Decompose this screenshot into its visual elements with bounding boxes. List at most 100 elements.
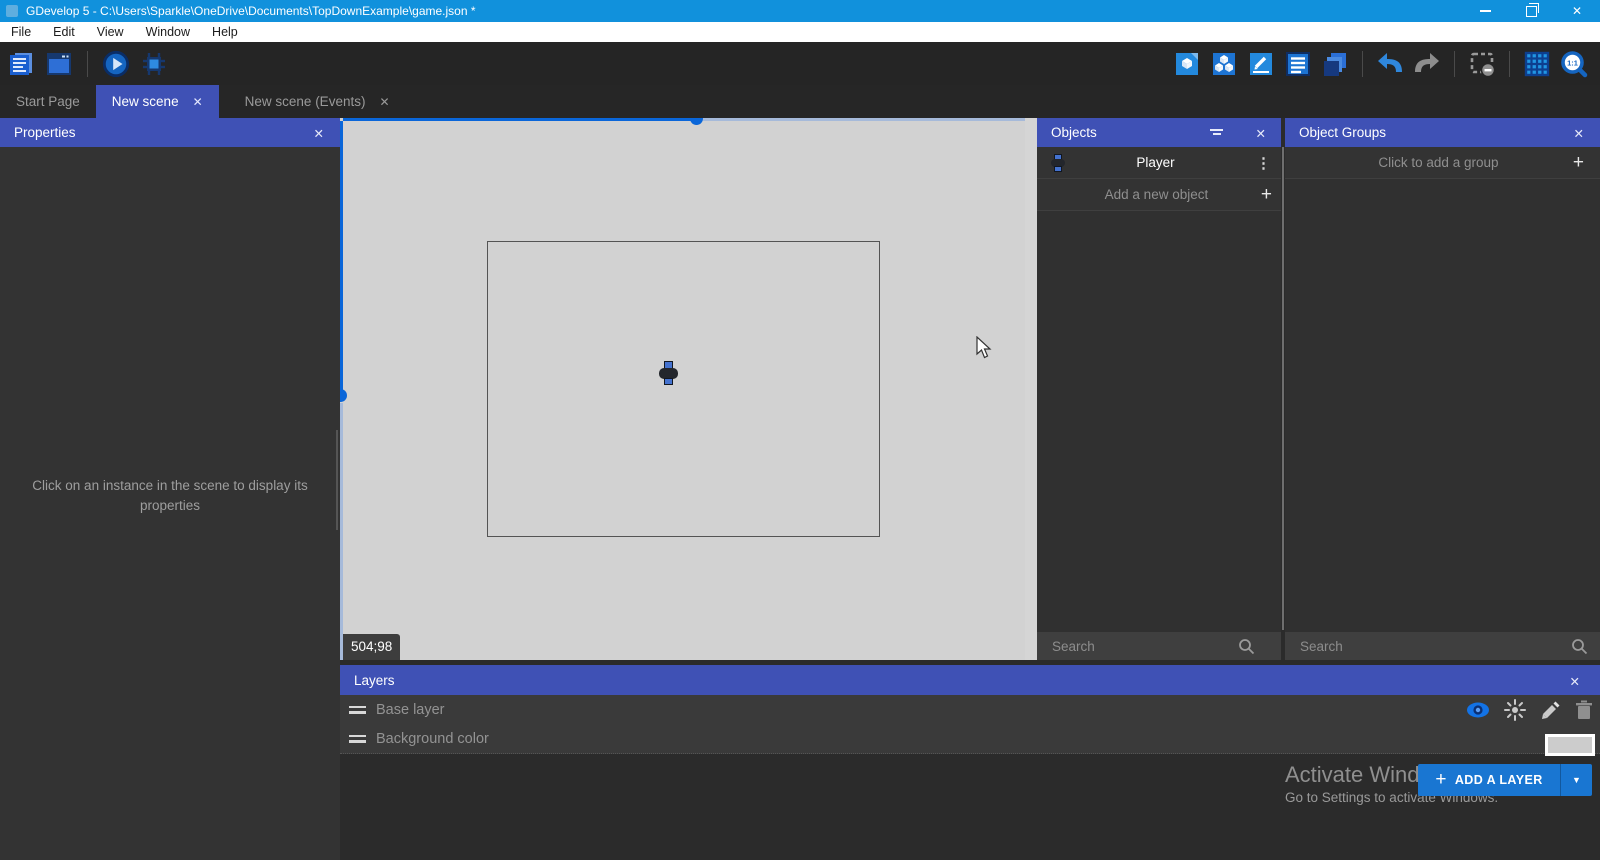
groups-search[interactable]: Search [1285,632,1600,660]
drag-handle-icon[interactable] [349,732,366,746]
layers-panel: Layers ✕ Base layer [340,662,1600,860]
panel-title: Properties [0,125,76,140]
edit-pencil-icon[interactable] [1539,699,1561,721]
menu-window[interactable]: Window [135,22,201,42]
toolbar-left [0,50,168,78]
scene-properties-icon[interactable] [1284,50,1312,78]
undo-icon[interactable] [1376,50,1404,78]
object-groups-panel: Object Groups ✕ Click to add a group + S… [1285,118,1600,660]
debug-icon[interactable] [140,50,168,78]
play-preview-icon[interactable] [102,50,130,78]
canvas-hscrollbar[interactable] [343,118,691,121]
object-groups-icon[interactable] [1210,50,1238,78]
minimize-button[interactable] [1462,0,1508,22]
close-icon[interactable]: ✕ [193,95,203,109]
menu-file[interactable]: File [0,22,42,42]
panel-splitter[interactable] [1025,118,1037,660]
tab-start-page[interactable]: Start Page [0,85,96,118]
project-manager-icon[interactable] [7,50,35,78]
menu-view[interactable]: View [86,22,135,42]
layer-row-base[interactable]: Base layer [340,695,1600,725]
filter-icon[interactable] [1210,127,1223,137]
close-icon[interactable]: ✕ [379,95,389,109]
delete-trash-icon[interactable] [1574,699,1594,721]
scene-canvas[interactable]: 504;98 [340,118,1025,660]
add-group-label: Click to add a group [1285,155,1564,170]
toolbar-separator [1362,51,1363,77]
menu-help[interactable]: Help [201,22,249,42]
close-icon[interactable]: ✕ [1570,674,1580,689]
object-name: Player [1065,155,1246,170]
close-icon: ✕ [1572,4,1582,18]
search-placeholder: Search [1037,639,1238,654]
plus-icon: + [1435,769,1447,791]
tab-new-scene[interactable]: New scene ✕ [96,85,219,118]
gdevelop-window: GDevelop 5 - C:\Users\Sparkle\OneDrive\D… [0,0,1600,860]
window-mask-icon[interactable] [1468,50,1496,78]
properties-scrollbar[interactable] [336,430,338,530]
toolbar-separator [1454,51,1455,77]
scene-editor-icon[interactable] [45,50,73,78]
menubar: File Edit View Window Help [0,22,1600,42]
background-color-swatch[interactable] [1545,734,1595,756]
plus-icon[interactable]: + [1564,153,1600,172]
properties-header: Properties ✕ [0,118,340,147]
layer-row-background[interactable]: Background color [340,724,1600,754]
close-icon[interactable]: ✕ [1256,126,1266,141]
grid-icon[interactable] [1523,50,1551,78]
minimize-icon [1480,10,1491,12]
window-controls: ✕ [1462,0,1600,22]
layers-header: Layers ✕ [340,665,1600,695]
layer-name: Background color [376,731,489,747]
close-icon[interactable]: ✕ [314,126,324,141]
menu-edit[interactable]: Edit [42,22,86,42]
layer-name: Base layer [376,702,445,718]
restore-button[interactable] [1508,0,1554,22]
close-button[interactable]: ✕ [1554,0,1600,22]
effects-icon[interactable] [1504,699,1526,721]
drag-handle-icon[interactable] [349,703,366,717]
mouse-cursor [975,336,993,360]
add-object-row[interactable]: Add a new object + [1037,179,1281,211]
layer-actions [1465,695,1594,724]
player-instance[interactable] [659,361,678,385]
add-layer-button[interactable]: + ADD A LAYER ▼ [1418,764,1592,796]
add-object-icon[interactable] [1173,50,1201,78]
zoom-original-icon[interactable]: 1:1 [1560,50,1588,78]
cursor-coordinates: 504;98 [343,634,400,660]
canvas-hscrollbar-track[interactable] [703,118,1025,121]
close-icon[interactable]: ✕ [1574,126,1584,141]
app-logo-icon [6,5,18,17]
tab-label: New scene [112,94,179,109]
toolbar-separator [1509,51,1510,77]
visibility-eye-icon[interactable] [1465,701,1491,719]
main-toolbar: 1:1 [0,42,1600,85]
objects-scrollbar[interactable] [1282,147,1284,630]
toolbar-right: 1:1 [1173,42,1588,85]
canvas-hscroll-thumb[interactable] [690,118,703,125]
titlebar: GDevelop 5 - C:\Users\Sparkle\OneDrive\D… [0,0,1600,22]
redo-icon[interactable] [1413,50,1441,78]
layers-toolbar-icon[interactable] [1321,50,1349,78]
search-icon [1571,638,1588,655]
add-layer-main[interactable]: + ADD A LAYER [1418,769,1560,791]
canvas-vscrollbar[interactable] [340,121,343,390]
objects-header: Objects ✕ [1037,118,1281,147]
panel-title: Objects [1037,125,1097,140]
tab-label: Start Page [16,94,80,109]
window-title: GDevelop 5 - C:\Users\Sparkle\OneDrive\D… [26,4,476,18]
add-group-row[interactable]: Click to add a group + [1285,147,1600,179]
canvas-vscroll-thumb[interactable] [340,389,347,402]
edit-scene-icon[interactable] [1247,50,1275,78]
objects-search[interactable]: Search [1037,632,1281,660]
game-window-bounds [487,241,880,537]
dropdown-arrow-icon[interactable]: ▼ [1561,775,1592,785]
tab-new-scene-events[interactable]: New scene (Events) ✕ [229,85,406,118]
object-groups-header: Object Groups ✕ [1285,118,1600,147]
object-menu-icon[interactable]: ⋮ [1246,154,1281,172]
player-thumbnail [1051,154,1065,172]
object-item-player[interactable]: Player ⋮ [1037,147,1281,179]
tab-label: New scene (Events) [245,94,366,109]
canvas-vscrollbar-track[interactable] [340,403,343,660]
plus-icon[interactable]: + [1252,185,1281,204]
